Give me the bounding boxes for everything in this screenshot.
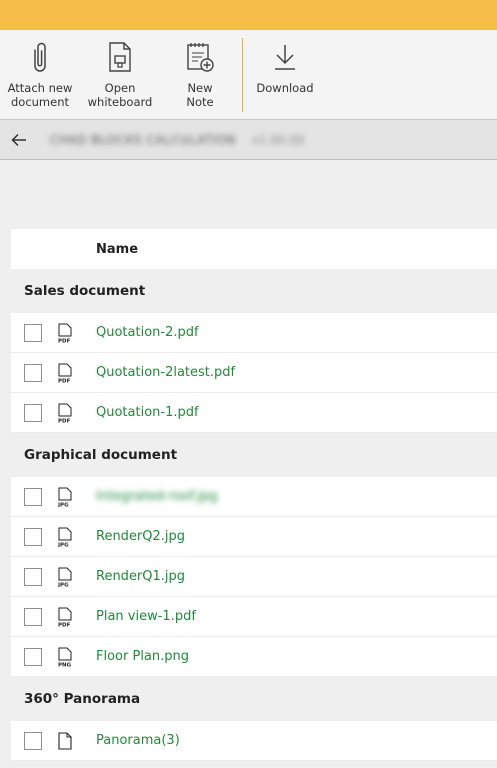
new-note-icon [183,40,217,74]
toolbar: Attach new document Open whiteboard New … [0,30,497,120]
group-header-graphical-document: Graphical document [24,447,178,463]
row-checkbox[interactable] [24,731,42,750]
group-header-360-panorama: 360° Panorama [24,691,141,707]
top-accent-bar [0,0,497,30]
table-row: PDF Quotation-2.pdf [11,313,497,353]
new-note-button[interactable]: New Note [160,30,240,109]
file-link[interactable]: Floor Plan.png [96,649,189,664]
breadcrumb-subtitle: v1.00.00 [251,132,305,147]
breadcrumb: CHAD BLOCKS CALCULATION v1.00.00 [0,120,497,160]
row-checkbox[interactable] [24,323,42,342]
file-link[interactable]: Quotation-1.pdf [96,405,199,420]
file-link[interactable]: Quotation-2latest.pdf [96,365,235,380]
table-row: JPG RenderQ2.jpg [11,517,497,557]
svg-text:PDF: PDF [58,622,71,627]
row-checkbox[interactable] [24,403,42,422]
svg-text:PDF: PDF [58,418,71,423]
row-checkbox[interactable] [24,607,42,626]
jpg-file-icon: JPG [57,487,73,507]
table-row: JPG Integrated-roof.jpg [11,477,497,517]
png-file-icon: PNG [57,647,73,667]
download-icon [268,40,302,74]
name-column-header[interactable]: Name [96,242,138,257]
table-row: PNG Floor Plan.png [11,637,497,677]
new-note-label: New Note [186,81,214,109]
open-whiteboard-label: Open whiteboard [87,81,153,109]
download-label: Download [256,81,314,95]
svg-text:PDF: PDF [58,378,71,383]
breadcrumb-title: CHAD BLOCKS CALCULATION [50,132,236,147]
whiteboard-icon [103,40,137,74]
svg-text:PDF: PDF [58,338,71,343]
file-link[interactable]: Panorama(3) [96,733,180,748]
file-link[interactable]: RenderQ2.jpg [96,529,185,544]
row-checkbox[interactable] [24,567,42,586]
row-checkbox[interactable] [24,527,42,546]
group-header-sales-document: Sales document [24,283,146,299]
table-row: JPG RenderQ1.jpg [11,557,497,597]
file-link[interactable]: Integrated-roof.jpg [96,489,218,504]
pdf-file-icon: PDF [57,363,73,383]
open-whiteboard-button[interactable]: Open whiteboard [80,30,160,109]
toolbar-divider [242,38,243,112]
table-row: PDF Plan view-1.pdf [11,597,497,637]
pdf-file-icon: PDF [57,323,73,343]
table-header: Name [11,229,497,269]
file-link[interactable]: RenderQ1.jpg [96,569,185,584]
pdf-file-icon: PDF [57,607,73,627]
file-link[interactable]: Quotation-2.pdf [96,325,199,340]
file-link[interactable]: Plan view-1.pdf [96,609,196,624]
svg-text:JPG: JPG [57,582,69,587]
table-row: PDF Quotation-2latest.pdf [11,353,497,393]
jpg-file-icon: JPG [57,527,73,547]
paperclip-icon [23,40,57,74]
svg-text:JPG: JPG [57,542,69,547]
back-arrow-icon[interactable] [10,131,28,149]
svg-text:JPG: JPG [57,502,69,507]
jpg-file-icon: JPG [57,567,73,587]
row-checkbox[interactable] [24,363,42,382]
download-button[interactable]: Download [245,30,325,95]
generic-file-icon [57,731,73,751]
documents-table: Name Sales document PDF Quotation-2.pdf … [11,229,497,761]
table-row: PDF Quotation-1.pdf [11,393,497,433]
row-checkbox[interactable] [24,647,42,666]
attach-document-label: Attach new document [7,81,73,109]
pdf-file-icon: PDF [57,403,73,423]
svg-text:PNG: PNG [58,662,72,667]
attach-document-button[interactable]: Attach new document [0,30,80,109]
row-checkbox[interactable] [24,487,42,506]
table-row: Panorama(3) [11,721,497,761]
